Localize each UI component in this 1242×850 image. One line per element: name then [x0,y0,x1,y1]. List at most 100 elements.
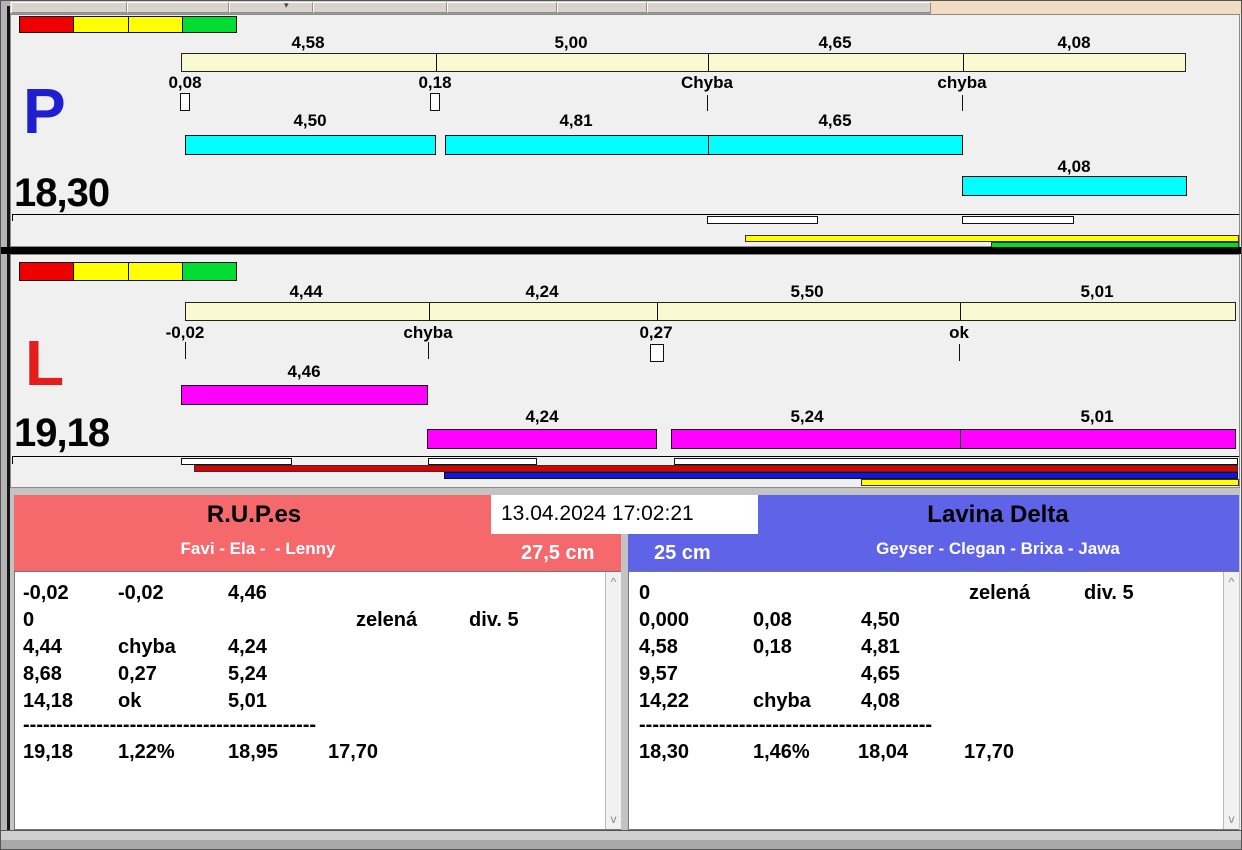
status-squares-p [19,16,237,33]
table-total: 1,46% [753,741,810,763]
team-members-left: Favi - Ela - - Lenny [180,539,336,558]
panel-l [10,254,1240,488]
scrollbar-left[interactable]: ^ v [605,572,621,829]
table-cell: chyba [118,636,176,658]
table-total: 18,04 [858,741,909,763]
tick-label: 0,08 [168,73,202,92]
ruler-divider [436,54,437,71]
indicator-box [428,458,537,465]
bar-divider [708,136,709,154]
table-total: 17,70 [964,741,1015,763]
toolbar-segment[interactable] [447,2,557,13]
marker-box [650,344,664,362]
table-dashes: ----------------------------------------… [639,714,933,736]
table-cell: 5,24 [228,663,267,685]
table-dashes: ----------------------------------------… [23,714,317,736]
ruler-divider [960,303,961,320]
table-cell: 0 [639,582,651,604]
table-cell: 4,81 [861,636,900,658]
scroll-down-icon[interactable]: v [1224,813,1239,825]
scroll-down-icon[interactable]: v [606,813,621,825]
bar-label: 4,46 [287,362,321,381]
marker-line [959,344,960,361]
measurement-bar-cyan [445,135,963,155]
toolbar-segment[interactable] [11,2,127,13]
footer-strip-dark [1,840,1241,849]
indicator-bar-blue [444,472,1238,479]
marker-box [180,93,190,111]
toolbar-segment[interactable] [313,2,447,13]
panel-separator [1,247,1241,254]
table-cell: 0 [23,609,35,631]
results-panel-right[interactable] [628,571,1239,830]
ruler-segment-label: 5,01 [1080,282,1114,301]
bar-label: 4,65 [818,111,852,130]
table-cell: chyba [753,690,811,712]
marker-line [962,95,963,111]
measurement-bar-cyan [962,176,1187,196]
table-cell: zelená [969,582,1031,604]
indicator-bar-yellow [745,235,1239,242]
team-title-right: Lavina Delta [927,501,1069,528]
scroll-up-icon[interactable]: ^ [606,576,621,588]
results-panel-left[interactable] [14,571,621,830]
tick-label: -0,02 [165,323,205,342]
baseline-p [12,214,1239,215]
table-cell: 8,68 [23,663,62,685]
table-cell: 0,000 [639,609,690,631]
bar-label: 4,50 [293,111,327,130]
table-total: 17,70 [328,741,379,763]
ruler-segment-label: 4,65 [818,33,852,52]
ruler-bar-p [181,53,1186,72]
bar-label: 4,24 [525,407,559,426]
tick-label: chyba [403,323,453,342]
marker-line [185,342,186,359]
ruler-divider [708,54,709,71]
top-toolbar[interactable]: ▾ [1,1,1241,14]
ruler-segment-label: 4,58 [291,33,325,52]
status-square-green [181,263,236,280]
status-square-green [181,17,236,32]
width-value-left: 27,5 cm [521,542,595,564]
table-cell: ok [118,690,142,712]
table-cell: 0,08 [753,609,792,631]
table-cell: 0,27 [118,663,157,685]
bar-label: 5,01 [1080,407,1114,426]
ruler-segment-label: 4,44 [289,282,323,301]
toolbar-segment[interactable] [127,2,229,13]
scroll-up-icon[interactable]: ^ [1224,576,1239,588]
chevron-down-icon[interactable]: ▾ [284,1,289,11]
table-cell: 4,24 [228,636,267,658]
ruler-divider [963,54,964,71]
ruler-bar-l [185,302,1236,321]
indicator-bar-red [194,465,1238,472]
toolbar-segment[interactable] [229,2,313,13]
table-cell: 0,18 [753,636,792,658]
measurement-bar-magenta [671,429,1236,449]
table-cell: 4,44 [23,636,62,658]
tick-label: 0,27 [639,323,673,342]
table-cell: 4,65 [861,663,900,685]
status-square-yellow [127,263,182,280]
table-cell: 4,50 [861,609,900,631]
table-cell: div. 5 [469,609,519,631]
status-square-red [20,17,74,32]
table-total: 18,95 [228,741,279,763]
bar-label: 4,08 [1057,157,1091,176]
ruler-segment-label: 4,24 [525,282,559,301]
side-letter-p: P [23,75,66,147]
toolbar-segment[interactable] [647,2,931,13]
baseline-notch [12,456,13,464]
scrollbar-right[interactable]: ^ v [1223,572,1239,829]
marker-line [707,95,708,111]
table-cell: div. 5 [1084,582,1134,604]
bar-label: 5,24 [790,407,824,426]
status-square-yellow [73,17,128,32]
panel-p [10,14,1240,247]
ruler-segment-label: 5,00 [554,33,588,52]
indicator-box [707,216,818,224]
table-cell: 4,08 [861,690,900,712]
total-length-p: 18,30 [14,171,110,215]
toolbar-segment[interactable] [557,2,647,13]
table-cell: 14,18 [23,690,74,712]
